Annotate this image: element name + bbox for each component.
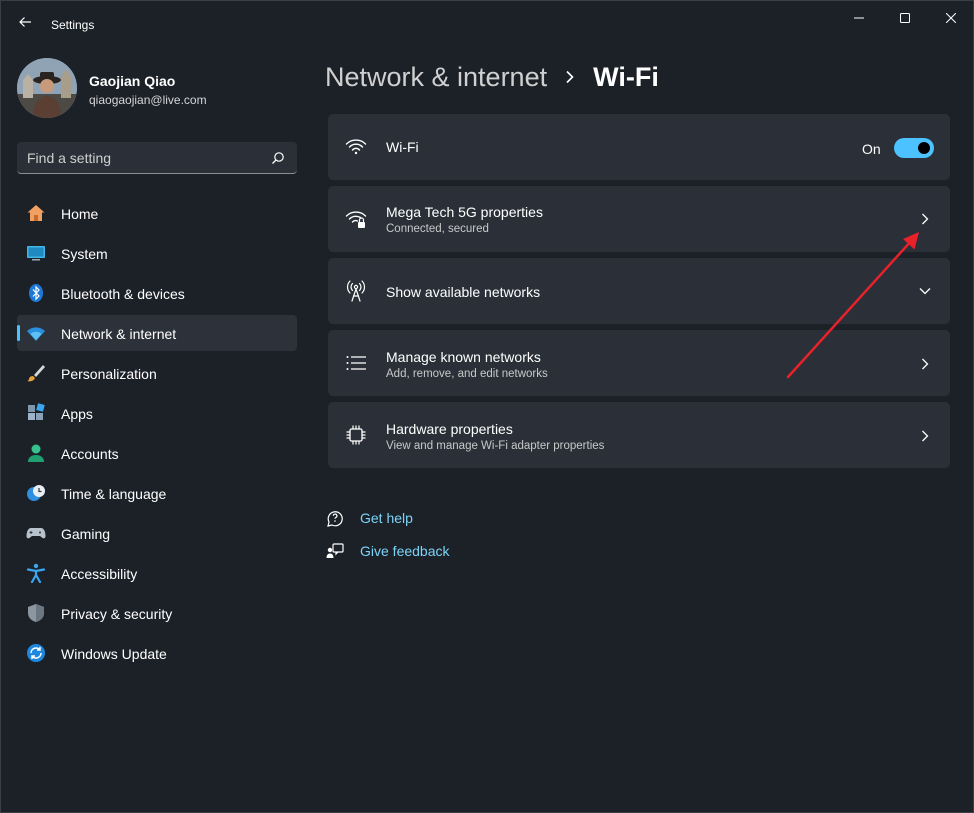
sidebar-item-label: Network & internet	[61, 326, 177, 342]
give-feedback-label[interactable]: Give feedback	[360, 543, 450, 559]
minimize-button[interactable]	[844, 7, 874, 29]
sidebar-item-system[interactable]: System	[17, 235, 297, 271]
sidebar-item-privacy[interactable]: Privacy & security	[17, 595, 297, 631]
user-email: qiaogaojian@live.com	[89, 93, 207, 107]
page-title: Wi-Fi	[593, 61, 659, 92]
chevron-down-icon[interactable]	[918, 284, 932, 298]
list-icon	[346, 356, 366, 370]
clock-globe-icon	[27, 485, 45, 501]
chip-icon	[346, 425, 366, 445]
brush-icon	[27, 365, 45, 382]
sidebar-item-label: Bluetooth & devices	[61, 286, 185, 302]
sidebar-item-personalization[interactable]: Personalization	[17, 355, 297, 391]
wifi-label: Wi-Fi	[386, 139, 419, 155]
sidebar-item-label: Windows Update	[61, 646, 167, 662]
antenna-icon	[346, 280, 366, 302]
shield-icon	[28, 604, 44, 622]
maximize-button[interactable]	[890, 7, 920, 29]
wifi-toggle-card: Wi-Fi On	[328, 114, 950, 180]
chevron-right-icon	[922, 358, 929, 370]
sidebar-nav: Home System Bluetooth & devices Network …	[17, 195, 297, 675]
search-box[interactable]	[17, 142, 297, 174]
back-arrow-icon	[19, 17, 31, 27]
app-title: Settings	[51, 18, 95, 32]
gamepad-icon	[26, 528, 46, 539]
sidebar-item-label: Accessibility	[61, 566, 138, 582]
sidebar-item-home[interactable]: Home	[17, 195, 297, 231]
home-icon	[27, 205, 45, 221]
wifi-secured-icon	[345, 211, 367, 228]
sidebar-item-label: Apps	[61, 406, 93, 422]
get-help-link[interactable]: Get help	[326, 506, 413, 530]
wifi-icon	[345, 139, 367, 155]
apps-icon	[28, 403, 45, 420]
chevron-right-icon	[922, 213, 929, 225]
search-icon[interactable]	[271, 151, 285, 165]
sidebar-item-bluetooth[interactable]: Bluetooth & devices	[17, 275, 297, 311]
get-help-label[interactable]: Get help	[360, 510, 413, 526]
sidebar-item-time-language[interactable]: Time & language	[17, 475, 297, 511]
breadcrumb: Network & internet Wi-Fi	[325, 59, 659, 95]
settings-window: Settings Gaojian Qiao qiaogaojian@live.c…	[0, 0, 974, 813]
minimize-icon	[854, 17, 864, 19]
user-name: Gaojian Qiao	[89, 73, 176, 89]
sidebar-item-label: Privacy & security	[61, 606, 173, 622]
wifi-state-label: On	[862, 141, 881, 157]
hardware-properties-card[interactable]: Hardware properties View and manage Wi-F…	[328, 402, 950, 468]
avatar[interactable]	[17, 58, 77, 118]
sidebar-item-network[interactable]: Network & internet	[17, 315, 297, 351]
system-icon	[27, 246, 45, 261]
wifi-toggle[interactable]	[894, 138, 934, 158]
sidebar-item-accounts[interactable]: Accounts	[17, 435, 297, 471]
available-networks-card[interactable]: Show available networks	[328, 258, 950, 324]
sidebar-item-windows-update[interactable]: Windows Update	[17, 635, 297, 671]
give-feedback-link[interactable]: Give feedback	[326, 539, 450, 563]
accessibility-icon	[26, 563, 46, 583]
sidebar-item-label: Home	[61, 206, 99, 222]
known-networks-subtitle: Add, remove, and edit networks	[386, 368, 548, 380]
sidebar-item-gaming[interactable]: Gaming	[17, 515, 297, 551]
available-networks-label: Show available networks	[386, 284, 541, 300]
hardware-title: Hardware properties	[386, 421, 513, 437]
breadcrumb-parent[interactable]: Network & internet	[325, 62, 547, 93]
known-networks-card[interactable]: Manage known networks Add, remove, and e…	[328, 330, 950, 396]
known-networks-title: Manage known networks	[386, 349, 541, 365]
close-icon	[946, 13, 956, 23]
close-button[interactable]	[936, 7, 966, 29]
network-status: Connected, secured	[386, 223, 489, 235]
chevron-right-icon	[566, 70, 574, 84]
network-icon	[27, 327, 45, 341]
sidebar-item-label: System	[61, 246, 108, 262]
sidebar-item-label: Accounts	[61, 446, 119, 462]
sidebar-item-label: Gaming	[61, 526, 111, 542]
help-icon	[327, 511, 343, 527]
maximize-icon	[900, 13, 910, 23]
accounts-icon	[28, 444, 44, 462]
sidebar-item-apps[interactable]: Apps	[17, 395, 297, 431]
chevron-right-icon	[922, 430, 929, 442]
sidebar-item-label: Time & language	[61, 486, 167, 502]
hardware-subtitle: View and manage Wi-Fi adapter properties	[386, 440, 605, 452]
title-bar: Settings	[1, 1, 973, 49]
back-button[interactable]	[15, 15, 35, 35]
search-input[interactable]	[27, 148, 257, 168]
network-properties-card[interactable]: Mega Tech 5G properties Connected, secur…	[328, 186, 950, 252]
toggle-knob	[918, 142, 930, 154]
sidebar-item-label: Personalization	[61, 366, 157, 382]
feedback-icon	[326, 543, 344, 558]
network-name: Mega Tech 5G properties	[386, 204, 543, 220]
sidebar-item-accessibility[interactable]: Accessibility	[17, 555, 297, 591]
bluetooth-icon	[29, 284, 43, 302]
update-icon	[27, 644, 45, 662]
